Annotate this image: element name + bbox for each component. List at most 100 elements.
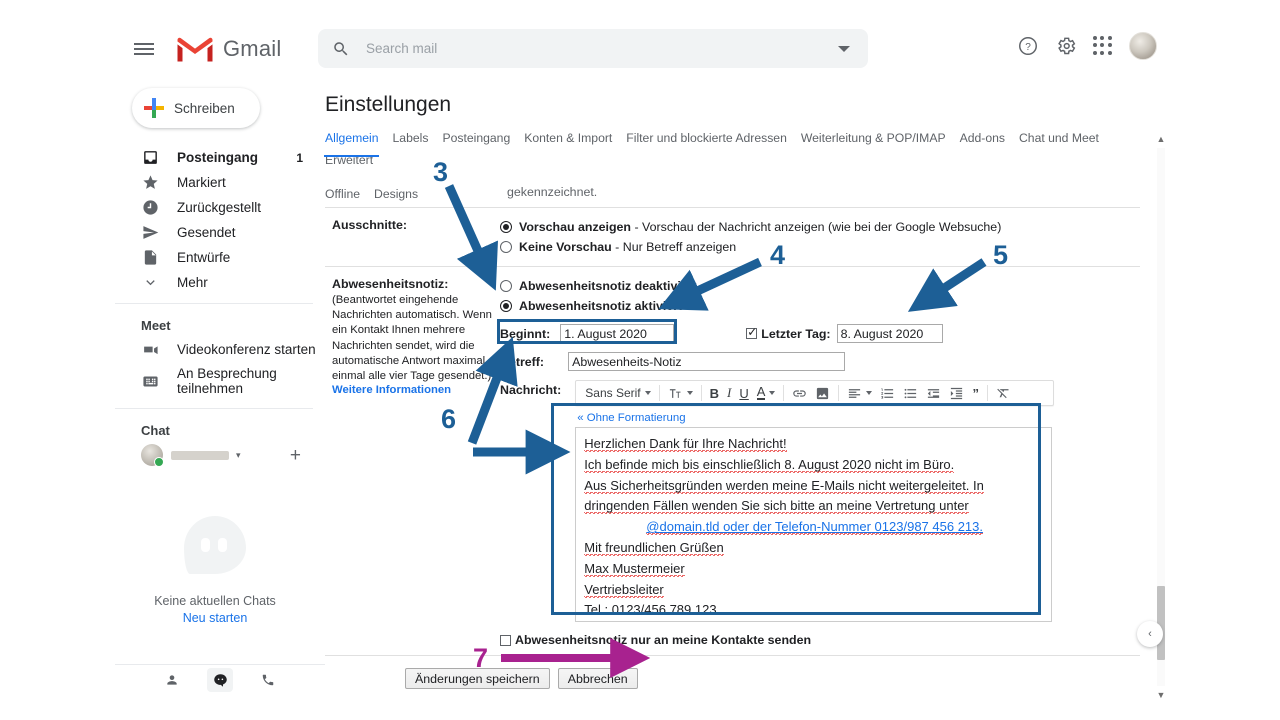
font-size-icon[interactable]: [664, 382, 697, 404]
tab-filter-blockierte-adressen[interactable]: Filter und blockierte Adressen: [626, 131, 801, 153]
sidebar-item-label: Markiert: [177, 175, 226, 190]
remove-formatting-icon[interactable]: [992, 382, 1015, 404]
font-family-dropdown[interactable]: Sans Serif: [581, 382, 654, 404]
tab-konten-import[interactable]: Konten & Import: [524, 131, 626, 153]
snippet-option-show[interactable]: Vorschau anzeigen - Vorschau der Nachric…: [500, 218, 1140, 236]
tab-chat-und-meet[interactable]: Chat und Meet: [1019, 131, 1113, 153]
user-avatar[interactable]: [1129, 32, 1157, 60]
vacation-option-off[interactable]: Abwesenheitsnotiz deaktiviert: [500, 277, 1140, 295]
quote-icon[interactable]: ”: [968, 382, 983, 404]
subject-field[interactable]: [568, 352, 846, 371]
tab-weiterleitung-pop-imap[interactable]: Weiterleitung & POP/IMAP: [801, 131, 960, 153]
plain-text-link[interactable]: « Ohne Formatierung: [577, 412, 1054, 424]
snippet-show-desc: - Vorschau der Nachricht anzeigen (wie b…: [631, 220, 1002, 234]
sidebar-item-videokonferenz[interactable]: Videokonferenz starten: [115, 337, 325, 362]
partial-top-text: gekennzeichnet.: [507, 185, 598, 199]
sidebar-item-posteingang[interactable]: Posteingang 1: [115, 145, 325, 170]
clock-icon: [141, 199, 159, 217]
chat-status-row[interactable]: ▾ +: [115, 440, 325, 470]
align-icon[interactable]: [843, 382, 876, 404]
tab-add-ons[interactable]: Add-ons: [960, 131, 1019, 153]
italic-icon[interactable]: I: [723, 382, 735, 404]
indent-less-icon[interactable]: [922, 382, 945, 404]
last-day-date-field[interactable]: [836, 324, 943, 343]
tab-posteingang[interactable]: Posteingang: [442, 131, 524, 153]
compose-button[interactable]: Schreiben: [132, 88, 260, 128]
indent-more-icon[interactable]: [945, 382, 968, 404]
chat-bubble-icon: [184, 516, 246, 574]
chat-empty-state: Keine aktuellen Chats Neu starten: [115, 516, 315, 625]
vacation-more-info-link[interactable]: Weitere Informationen: [332, 384, 500, 396]
search-input[interactable]: [366, 41, 766, 56]
start-date-label: Beginnt:: [500, 326, 551, 341]
chat-bubble-icon[interactable]: [207, 668, 233, 692]
collapse-panel-button[interactable]: ‹: [1137, 621, 1163, 647]
sidebar-item-label: Posteingang: [177, 150, 259, 165]
message-body-field[interactable]: Herzlichen Dank für Ihre Nachricht! Ich …: [575, 427, 1053, 622]
sidebar-nav: Posteingang 1 Markiert Zurückgestellt Ge…: [115, 145, 325, 295]
sidebar-item-entwuerfe[interactable]: Entwürfe: [115, 245, 325, 270]
chevron-down-icon[interactable]: [838, 45, 850, 52]
contacts-only-checkbox[interactable]: [500, 634, 511, 646]
message-line: @domain.tld oder der Telefon-Nummer 0123…: [646, 519, 983, 536]
chat-empty-title: Keine aktuellen Chats: [154, 594, 276, 608]
message-line: Aus Sicherheitsgründen werden meine E-Ma…: [584, 477, 984, 494]
tab-labels[interactable]: Labels: [393, 131, 443, 153]
numbered-list-icon[interactable]: [876, 382, 899, 404]
contacts-only-row[interactable]: Abwesenheitsnotiz nur an meine Kontakte …: [500, 633, 1140, 647]
sidebar-item-label: An Besprechung teilnehmen: [177, 366, 277, 396]
scroll-up-arrow-icon[interactable]: ▲: [1155, 134, 1167, 144]
insert-image-icon[interactable]: [811, 382, 834, 404]
start-date-field[interactable]: [560, 324, 675, 343]
message-line: Ich befinde mich bis einschließlich 8. A…: [584, 456, 955, 473]
contacts-person-icon[interactable]: [159, 668, 185, 692]
chevron-down-icon[interactable]: ▾: [236, 450, 241, 461]
vertical-scrollbar[interactable]: ▲ ▼: [1154, 134, 1167, 700]
divider-3: [325, 655, 1140, 656]
bold-icon[interactable]: B: [706, 382, 723, 404]
general-settings-form: gekennzeichnet. Ausschnitte: Vorschau an…: [325, 185, 1140, 689]
settings-scroll-panel: gekennzeichnet. Ausschnitte: Vorschau an…: [325, 185, 1175, 700]
tab-allgemein[interactable]: Allgemein: [324, 131, 393, 157]
sidebar-item-mehr[interactable]: Mehr: [115, 270, 325, 295]
left-sidebar: Schreiben Posteingang 1 Markiert Zurückg…: [115, 77, 325, 700]
snippet-none-radio[interactable]: [500, 241, 512, 253]
vacation-description: (Beantwortet eingehende Nachrichten auto…: [332, 294, 492, 383]
sidebar-item-besprechung[interactable]: An Besprechung teilnehmen: [115, 362, 325, 400]
chat-new-link[interactable]: Neu starten: [115, 611, 315, 625]
hamburger-menu-icon[interactable]: [132, 37, 156, 61]
last-day-checkbox[interactable]: [746, 325, 757, 339]
cancel-button[interactable]: Abbrechen: [557, 668, 638, 689]
scroll-down-arrow-icon[interactable]: ▼: [1155, 690, 1167, 700]
annotation-number-6: 6: [441, 404, 457, 434]
message-label: Nachricht:: [500, 383, 562, 397]
sidebar-divider: [115, 303, 313, 304]
help-circle-icon[interactable]: ?: [1017, 35, 1039, 57]
vacation-label: Abwesenheitsnotiz:: [332, 277, 449, 291]
snippet-option-none[interactable]: Keine Vorschau - Nur Betreff anzeigen: [500, 238, 1140, 256]
sidebar-item-zurueckgestellt[interactable]: Zurückgestellt: [115, 195, 325, 220]
sidebar-item-gesendet[interactable]: Gesendet: [115, 220, 325, 245]
snippets-label: Ausschnitte:: [332, 218, 408, 232]
insert-link-icon[interactable]: [788, 382, 811, 404]
search-bar[interactable]: [318, 29, 868, 68]
text-color-icon[interactable]: A: [753, 382, 780, 404]
keyboard-icon: [141, 372, 159, 390]
snippet-show-label: Vorschau anzeigen: [519, 220, 632, 234]
apps-grid-icon[interactable]: [1093, 36, 1113, 56]
phone-icon[interactable]: [255, 668, 281, 692]
subject-row: Betreff:: [500, 352, 1140, 371]
sidebar-item-markiert[interactable]: Markiert: [115, 170, 325, 195]
plus-icon[interactable]: +: [290, 446, 301, 465]
vacation-on-radio[interactable]: [500, 300, 512, 312]
snippet-show-radio[interactable]: [500, 221, 512, 233]
vacation-responder-row: Abwesenheitsnotiz: (Beantwortet eingehen…: [325, 267, 1140, 655]
vacation-option-on[interactable]: Abwesenheitsnotiz aktiviert: [500, 297, 1140, 315]
underline-icon[interactable]: U: [735, 382, 752, 404]
vacation-fields: Abwesenheitsnotiz deaktiviert Abwesenhei…: [500, 277, 1140, 647]
gear-icon[interactable]: [1055, 35, 1077, 57]
date-range-row: Beginnt: Letzter Tag:: [500, 324, 1140, 343]
vacation-off-radio[interactable]: [500, 280, 512, 292]
bulleted-list-icon[interactable]: [899, 382, 922, 404]
top-bar: Gmail ?: [115, 20, 1175, 77]
